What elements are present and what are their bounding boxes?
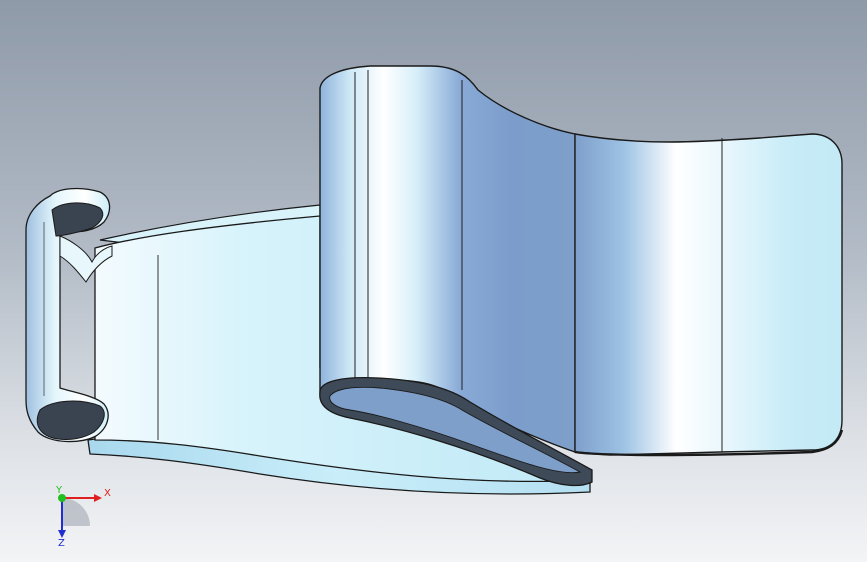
z-axis-arrow bbox=[58, 530, 66, 538]
z-axis-label: Z bbox=[58, 538, 65, 548]
x-axis-label: X bbox=[104, 488, 111, 499]
graphics-viewport[interactable]: X Y Z bbox=[0, 0, 867, 562]
triad-shadow-arc bbox=[62, 498, 90, 526]
tail-flap bbox=[574, 133, 843, 456]
y-axis-label: Y bbox=[55, 485, 63, 496]
view-orientation-triad: X Y Z bbox=[55, 485, 111, 548]
x-axis-arrow bbox=[94, 494, 102, 502]
hook-top-inner bbox=[51, 202, 104, 237]
sheet-metal-clip-model[interactable] bbox=[0, 0, 867, 562]
